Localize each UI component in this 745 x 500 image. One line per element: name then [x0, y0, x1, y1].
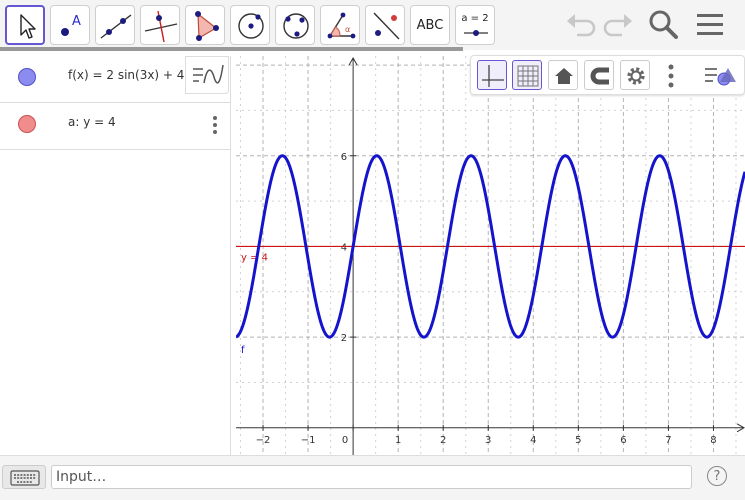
slider-icon: [464, 30, 488, 36]
search-button[interactable]: [646, 8, 682, 44]
x-tick-label: 5: [575, 435, 581, 446]
series-label-a: y = 4: [241, 252, 268, 263]
x-tick-label: 1: [395, 435, 401, 446]
visibility-toggle-a[interactable]: [18, 115, 36, 133]
graphics-style-icon: [705, 68, 736, 86]
keyboard-button[interactable]: [2, 465, 46, 489]
visibility-toggle-f[interactable]: [18, 68, 36, 86]
graphics-view[interactable]: −2 −1 0 1 2 3 4 5 6 7 8 2 4 6 y = 4 f: [236, 56, 745, 455]
line-tool[interactable]: [95, 5, 135, 45]
toolbar-divider: [0, 47, 463, 51]
grid-toggle-icon: [517, 65, 539, 87]
algebra-item-label[interactable]: f(x) = 2 sin(3x) + 4: [68, 68, 184, 82]
graph-canvas[interactable]: −2 −1 0 1 2 3 4 5 6 7 8 2 4 6 y = 4 f: [236, 56, 745, 455]
text-tool[interactable]: ABC: [410, 5, 450, 45]
reflect-about-line-icon: [373, 12, 400, 40]
polygon-tool[interactable]: [185, 5, 225, 45]
polygon-icon: [195, 11, 219, 41]
x-tick-label: 4: [530, 435, 536, 446]
algebra-item-a[interactable]: a: y = 4: [0, 103, 230, 150]
point-tool[interactable]: A: [50, 5, 90, 45]
point-a-icon: A: [61, 14, 81, 36]
home-icon: [555, 68, 573, 84]
circle-center-point-tool[interactable]: [230, 5, 270, 45]
toolbar: A α ABC a = 2: [0, 0, 745, 51]
x-tick-label: 0: [342, 435, 348, 446]
angle-tool[interactable]: α: [320, 5, 360, 45]
x-tick-label: −2: [256, 435, 271, 446]
redo-icon: [603, 14, 632, 37]
settings-button[interactable]: [620, 60, 650, 90]
undo-icon: [567, 14, 596, 37]
perpendicular-line-icon: [144, 10, 178, 43]
x-tick-label: 6: [620, 435, 626, 446]
circle-three-points-icon: [283, 13, 309, 39]
reflect-tool[interactable]: [365, 5, 405, 45]
circle-three-points-tool[interactable]: [275, 5, 315, 45]
hamburger-menu-icon: [697, 14, 723, 35]
more-vertical-icon[interactable]: [210, 115, 220, 137]
axes-toggle-icon: [482, 65, 504, 87]
magnet-icon: [590, 67, 609, 85]
x-tick-label: 2: [440, 435, 446, 446]
perpendicular-line-tool[interactable]: [140, 5, 180, 45]
algebra-style-button[interactable]: [185, 56, 229, 94]
graphics-style-button[interactable]: [703, 60, 737, 90]
y-tick-label: 6: [341, 152, 347, 163]
search-icon: [649, 10, 678, 39]
more-vertical-icon[interactable]: [667, 64, 675, 90]
arrow-cursor-icon: [20, 14, 36, 39]
algebra-view: f(x) = 2 sin(3x) + 4 a: y = 4: [0, 56, 231, 455]
axes-toggle-button[interactable]: [477, 60, 507, 90]
x-tick-label: 7: [665, 435, 671, 446]
text-icon: ABC: [416, 17, 444, 33]
algebra-item-label[interactable]: a: y = 4: [68, 115, 116, 129]
settings-gear-icon: [627, 67, 645, 85]
redo-button[interactable]: [600, 8, 636, 44]
input-field[interactable]: [51, 465, 692, 489]
algebra-style-icon: [193, 64, 224, 84]
series-label-f: f: [241, 345, 245, 356]
x-tick-label: 3: [485, 435, 491, 446]
line-through-points-icon: [100, 14, 132, 39]
svg-text:A: A: [72, 14, 81, 29]
graphics-style-bar: [470, 55, 745, 95]
help-button[interactable]: ?: [707, 466, 727, 486]
slider-tool[interactable]: a = 2: [455, 5, 495, 45]
grid-toggle-button[interactable]: [512, 60, 542, 90]
point-capturing-button[interactable]: [584, 60, 614, 90]
main-menu-button[interactable]: [693, 8, 729, 44]
svg-text:α: α: [345, 25, 350, 34]
x-tick-label: −1: [301, 435, 316, 446]
move-tool[interactable]: [5, 5, 45, 45]
angle-icon: α: [327, 12, 356, 39]
y-tick-label: 2: [341, 333, 347, 344]
circle-center-icon: [238, 13, 264, 39]
undo-button[interactable]: [563, 8, 599, 44]
x-tick-label: 8: [710, 435, 716, 446]
input-bar: ?: [0, 455, 745, 500]
standard-view-button[interactable]: [548, 60, 578, 90]
keyboard-icon: [10, 470, 40, 486]
y-tick-label: 4: [341, 242, 347, 253]
